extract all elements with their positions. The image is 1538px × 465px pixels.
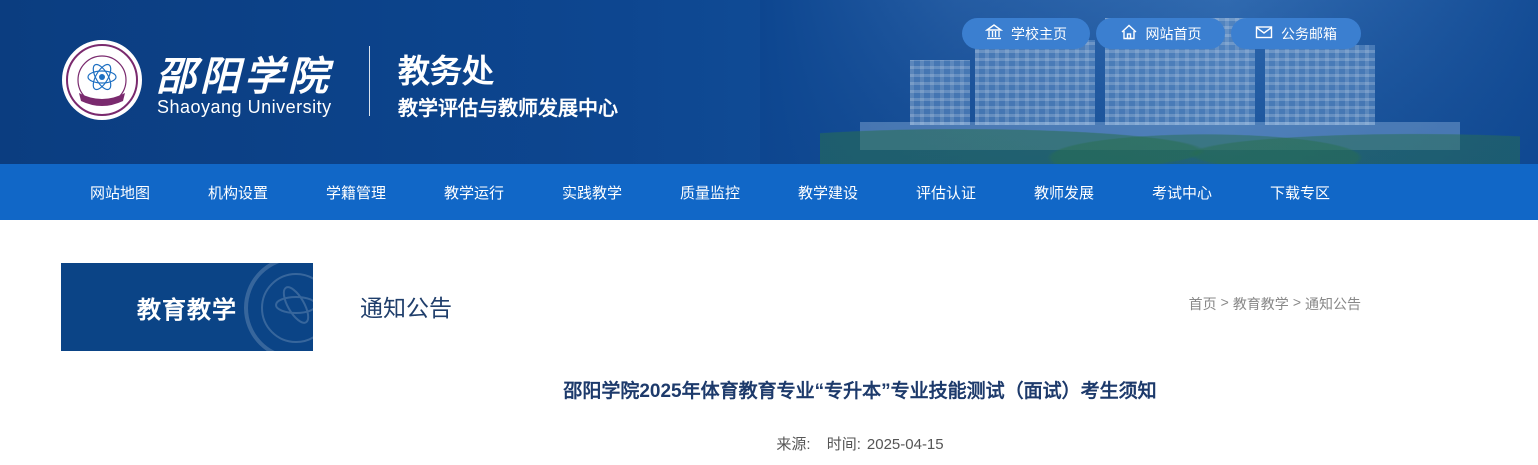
nav-item-downloads[interactable]: 下载专区	[1241, 164, 1359, 220]
nav-item-evaluation[interactable]: 评估认证	[887, 164, 1005, 220]
section-title: 通知公告	[360, 295, 452, 321]
breadcrumb-notices[interactable]: 通知公告	[1305, 294, 1361, 314]
breadcrumb-education[interactable]: 教育教学	[1233, 294, 1289, 314]
time-value: 2025-04-15	[866, 436, 944, 453]
department-subtitle: 教学评估与教师发展中心	[398, 98, 618, 120]
nav-item-teaching-operation[interactable]: 教学运行	[415, 164, 533, 220]
nav-item-organization[interactable]: 机构设置	[179, 164, 297, 220]
school-building-icon	[984, 23, 1004, 44]
home-icon	[1120, 23, 1138, 44]
breadcrumb-separator: >	[1220, 294, 1229, 310]
university-name-cn: 邵阳学院	[156, 53, 332, 100]
source-label: 来源:	[776, 436, 811, 453]
university-name-en: Shaoyang University	[157, 97, 332, 117]
school-homepage-link[interactable]: 学校主页	[962, 18, 1090, 49]
breadcrumb-home[interactable]: 首页	[1189, 294, 1217, 314]
article-title: 邵阳学院2025年体育教育专业“专升本”专业技能测试（面试）考生须知	[563, 381, 1157, 402]
header-banner: 邵阳学院 Shaoyang University 教务处 教学评估与教师发展中心…	[0, 0, 1538, 164]
nav-item-sitemap[interactable]: 网站地图	[61, 164, 179, 220]
site-homepage-link[interactable]: 网站首页	[1096, 18, 1225, 49]
time-label: 时间:	[826, 436, 861, 453]
nav-item-exam-center[interactable]: 考试中心	[1123, 164, 1241, 220]
breadcrumb-separator: >	[1292, 294, 1301, 310]
top-links: 学校主页 网站首页 公务邮箱	[962, 18, 1361, 49]
sidebar-title: 教育教学	[137, 296, 237, 324]
nav-item-quality-monitoring[interactable]: 质量监控	[651, 164, 769, 220]
site-homepage-label: 网站首页	[1145, 25, 1202, 42]
nav-item-teaching-construction[interactable]: 教学建设	[769, 164, 887, 220]
logo-divider	[369, 46, 370, 116]
article-meta: 来源: 时间: 2025-04-15	[360, 433, 1360, 454]
university-seal-logo[interactable]	[62, 40, 142, 120]
mail-icon	[1255, 23, 1273, 44]
sidebar-title-block: 教育教学	[61, 263, 313, 351]
department-title: 教务处	[398, 53, 495, 89]
main-nav: 网站地图 机构设置 学籍管理 教学运行 实践教学 质量监控 教学建设 评估认证 …	[0, 164, 1538, 220]
school-homepage-label: 学校主页	[1011, 25, 1067, 42]
official-mail-label: 公务邮箱	[1281, 25, 1337, 42]
nav-item-student-status[interactable]: 学籍管理	[297, 164, 415, 220]
nav-item-practice-teaching[interactable]: 实践教学	[533, 164, 651, 220]
nav-item-teacher-development[interactable]: 教师发展	[1005, 164, 1123, 220]
breadcrumb: 首页 > 教育教学 > 通知公告	[1189, 294, 1361, 314]
official-mail-link[interactable]: 公务邮箱	[1231, 18, 1361, 49]
